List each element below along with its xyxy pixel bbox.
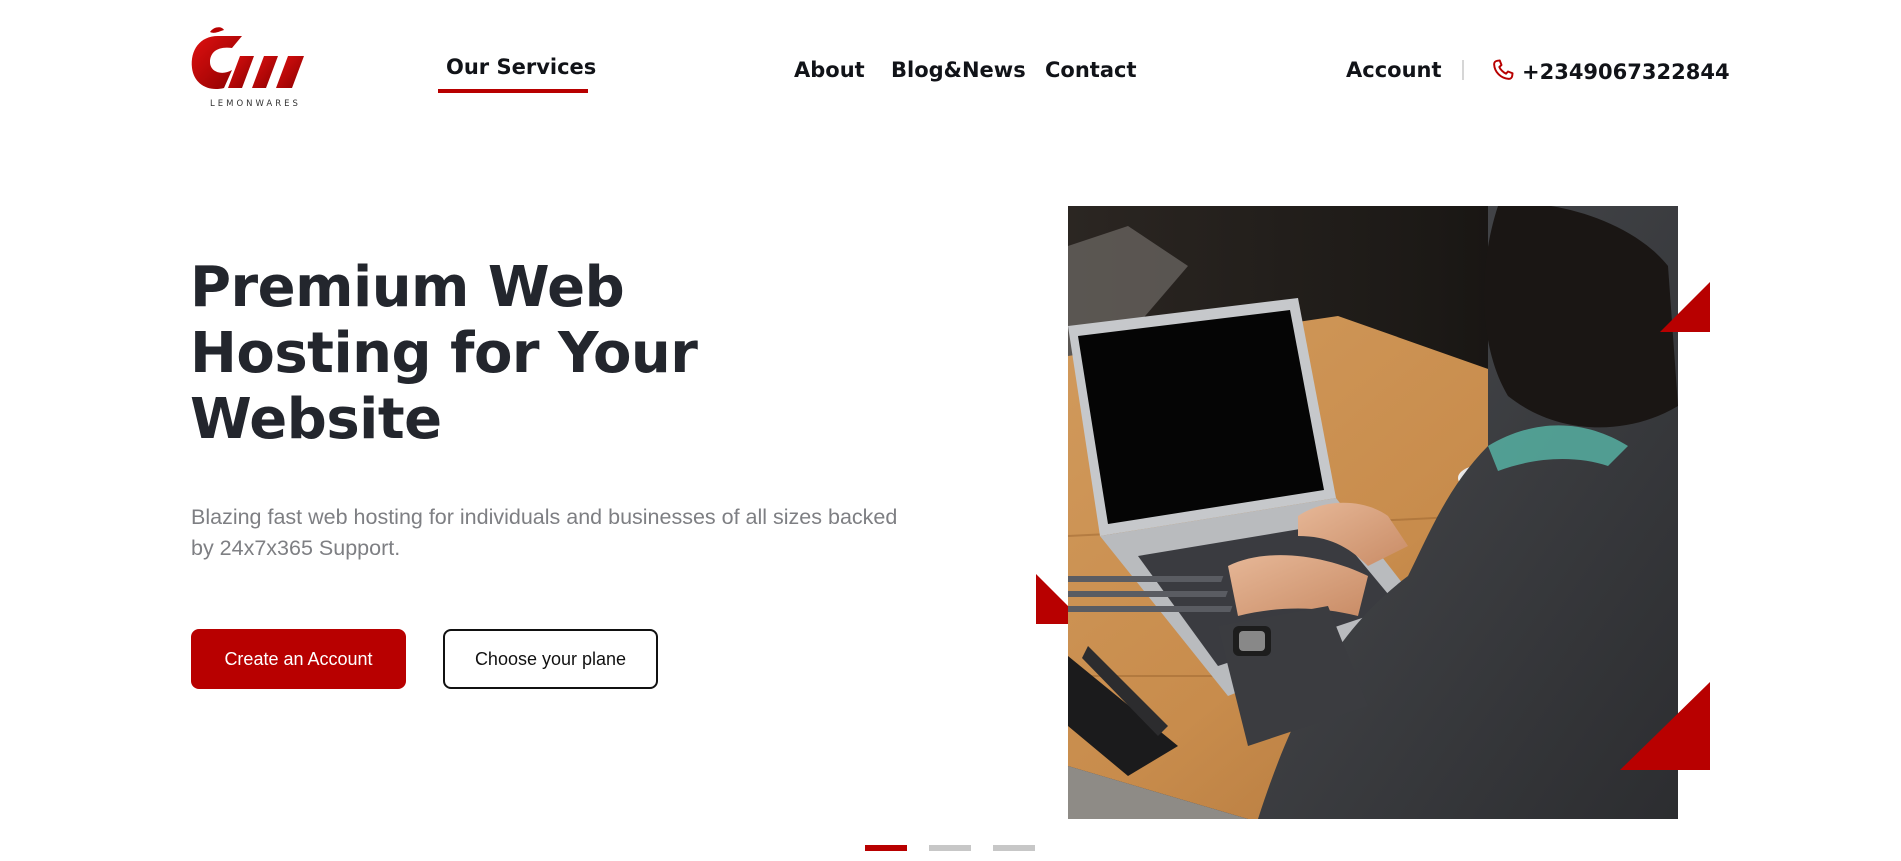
hero-subtitle: Blazing fast web hosting for individuals… <box>191 505 898 560</box>
slider-indicator-3[interactable] <box>993 845 1035 851</box>
slider-indicator-2[interactable] <box>929 845 971 851</box>
nav-blog-news[interactable]: Blog&News <box>891 58 1026 82</box>
create-account-button[interactable]: Create an Account <box>191 629 406 689</box>
slider-indicator-1[interactable] <box>865 845 907 851</box>
hero-image <box>1068 206 1678 819</box>
nav-account[interactable]: Account <box>1346 58 1442 82</box>
logo-mark-icon <box>191 27 304 90</box>
decor-triangle-bottom-right <box>1620 682 1710 770</box>
phone-link[interactable]: +2349067322844 <box>1490 57 1730 87</box>
nav-about[interactable]: About <box>794 58 865 82</box>
nav-contact[interactable]: Contact <box>1045 58 1137 82</box>
logo-wordmark: LEMONWARES <box>210 99 301 109</box>
nav-divider <box>1462 60 1464 80</box>
decor-triangle-top-right <box>1660 282 1710 332</box>
phone-number: +2349067322844 <box>1522 60 1730 84</box>
hero-title: Premium Web Hosting for Your Website <box>190 255 698 452</box>
active-nav-underline <box>438 89 588 93</box>
nav-our-services[interactable]: Our Services <box>446 55 596 79</box>
phone-icon <box>1490 57 1516 87</box>
brand-logo[interactable]: LEMONWARES <box>188 26 318 112</box>
choose-plan-button[interactable]: Choose your plane <box>443 629 658 689</box>
